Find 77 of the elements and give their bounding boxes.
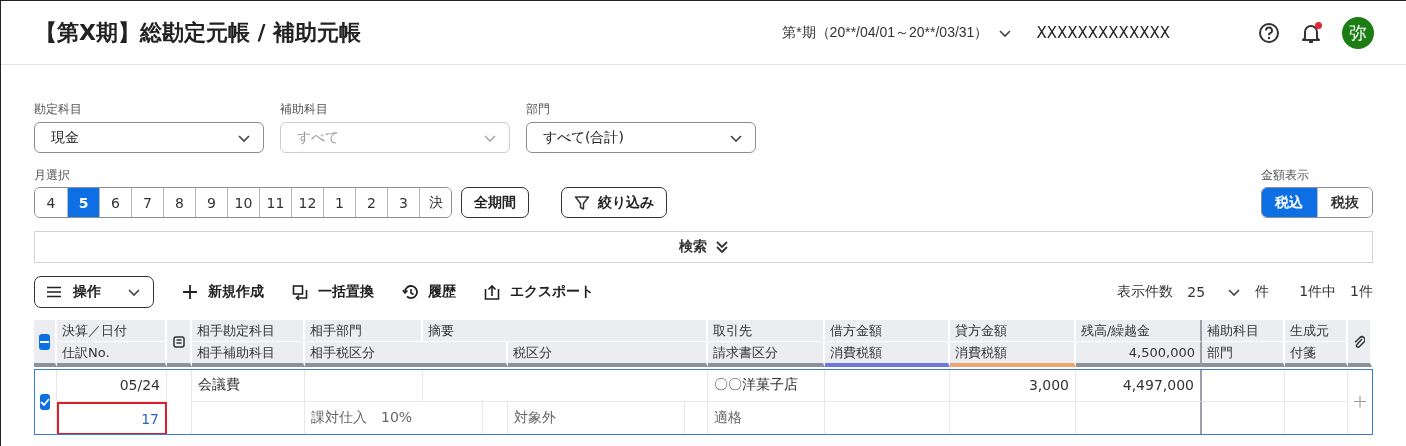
record-count-label: 1件中: [1299, 283, 1337, 301]
column-header: 相手部門: [305, 320, 423, 342]
checkmark-icon: [40, 397, 50, 406]
add-icon[interactable]: [1354, 395, 1366, 408]
help-icon: [1258, 21, 1280, 44]
field-label: 勘定科目: [34, 101, 83, 118]
toolbar-button[interactable]: 履歴: [402, 283, 456, 301]
journal-number-link[interactable]: 17: [57, 402, 167, 435]
field-label: 部門: [526, 101, 551, 118]
column-header: 生成元: [1285, 320, 1348, 342]
column-header: 相手税区分: [305, 342, 508, 367]
paperclip-icon: [1353, 334, 1365, 349]
select-field[interactable]: すべて(合計): [526, 122, 756, 153]
filter-icon: [574, 194, 590, 211]
help-button[interactable]: [1258, 21, 1280, 44]
notification-button[interactable]: [1300, 21, 1322, 44]
toolbar-button[interactable]: エクスポート: [484, 283, 594, 301]
month-tab[interactable]: 決: [419, 188, 451, 217]
select-field[interactable]: 現金: [34, 122, 264, 153]
toolbar-button[interactable]: 一括置換: [292, 283, 374, 301]
page-size-select[interactable]: 25: [1187, 284, 1242, 300]
field-label: 金額表示: [1261, 167, 1309, 184]
table-cell: 会議費: [192, 369, 305, 402]
column-header: 仕訳No.: [57, 342, 167, 367]
column-header: 決算／日付: [57, 320, 167, 342]
filter-button[interactable]: 絞り込み: [561, 187, 667, 218]
table-cell: 課対仕入 10%: [305, 402, 483, 435]
record-count: 1件: [1350, 283, 1373, 301]
column-header: 相手勘定科目: [192, 320, 305, 342]
period-dropdown[interactable]: 第*期（20**/04/01～20**/03/31）: [782, 23, 1013, 42]
page-size-unit: 件: [1255, 283, 1270, 301]
table-cell: 4,497,000: [1076, 369, 1202, 402]
column-header: 消費税額: [950, 342, 1076, 367]
empty-cell: [1285, 369, 1348, 402]
minus-icon: [40, 340, 49, 343]
table-cell: 対象外: [508, 402, 685, 435]
chevron-down-icon: [127, 286, 141, 298]
company-name: XXXXXXXXXXXXX: [1036, 23, 1170, 42]
toolbar-button[interactable]: 新規作成: [182, 283, 264, 301]
column-header: 請求書区分: [708, 342, 825, 367]
column-header: 4,500,000: [1076, 342, 1202, 367]
month-tab[interactable]: 5: [67, 188, 99, 217]
menu-icon: [47, 286, 61, 298]
column-header: 税区分: [508, 342, 708, 367]
page-size-label: 表示件数: [1117, 283, 1174, 301]
table-cell: 〇〇洋菓子店: [708, 369, 825, 402]
select-all-checkbox[interactable]: [39, 333, 50, 350]
plus-icon: [182, 283, 198, 301]
column-header: 取引先: [708, 320, 825, 342]
column-header: 相手補助科目: [192, 342, 305, 367]
chevron-down-icon: [1227, 286, 1242, 298]
amount-mode-tab[interactable]: 税抜: [1316, 188, 1372, 217]
column-header: 借方金額: [825, 320, 950, 342]
column-header: 残高/繰越金: [1076, 320, 1202, 342]
search-toggle[interactable]: 検索: [34, 231, 1373, 263]
field-label: 補助科目: [280, 101, 329, 118]
note-icon: [172, 335, 185, 348]
replace-icon: [292, 283, 308, 301]
table-cell: 適格: [708, 402, 825, 435]
history-icon: [402, 283, 418, 301]
export-icon: [484, 283, 500, 301]
table-cell: 3,000: [950, 369, 1076, 402]
user-avatar[interactable]: 弥: [1342, 16, 1374, 49]
table-cell: 05/24: [57, 369, 167, 402]
column-header: 付箋: [1285, 342, 1348, 367]
page-title: 【第X期】総勘定元帳 / 補助元帳: [35, 18, 363, 47]
actions-menu-button[interactable]: 操作: [34, 276, 154, 308]
column-header: 貸方金額: [950, 320, 1076, 342]
all-period-button[interactable]: 全期間: [461, 187, 529, 218]
row-checkbox[interactable]: [40, 393, 50, 410]
field-label: 月選択: [34, 167, 71, 184]
column-header: 部門: [1202, 342, 1285, 367]
double-chevron-down-icon: [714, 240, 729, 254]
amount-mode-tab[interactable]: 税込: [1262, 188, 1317, 217]
column-header: 補助科目: [1202, 320, 1285, 342]
column-header: 消費税額: [825, 342, 950, 367]
column-header: 摘要: [423, 320, 708, 342]
